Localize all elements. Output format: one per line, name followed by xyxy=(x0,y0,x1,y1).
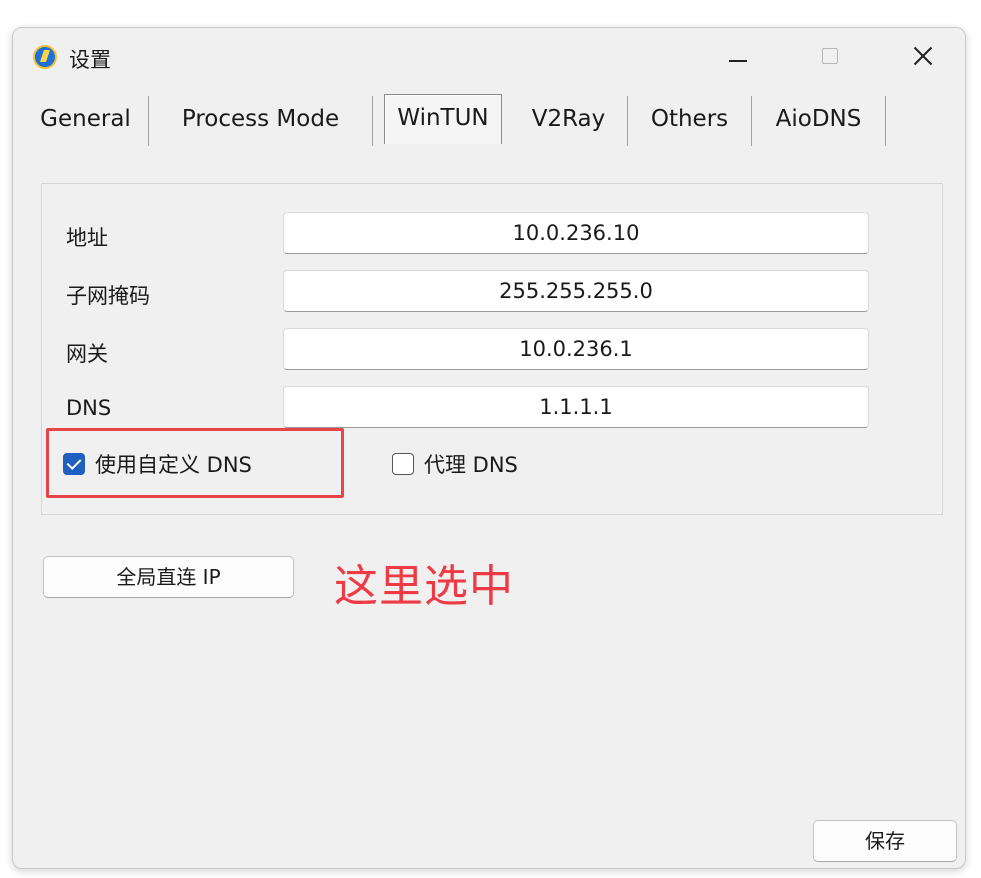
proxy-dns-label: 代理 DNS xyxy=(424,453,518,477)
dns-label: DNS xyxy=(66,396,112,420)
global-direct-ip-button[interactable]: 全局直连 IP xyxy=(43,556,294,598)
subnet-mask-input[interactable]: 255.255.255.0 xyxy=(283,270,869,312)
title-bar[interactable]: 设置 xyxy=(13,28,965,88)
tab-v2ray[interactable]: V2Ray xyxy=(510,96,628,146)
address-input[interactable]: 10.0.236.10 xyxy=(283,212,869,254)
address-label: 地址 xyxy=(66,226,108,250)
tab-general[interactable]: General xyxy=(23,96,149,146)
proxy-dns-checkbox[interactable]: 代理 DNS xyxy=(392,448,518,480)
close-button[interactable] xyxy=(897,34,949,78)
gateway-input[interactable]: 10.0.236.1 xyxy=(283,328,869,370)
tab-wintun[interactable]: WinTUN xyxy=(384,94,502,144)
tab-aiodns[interactable]: AioDNS xyxy=(752,96,886,146)
subnet-mask-label: 子网掩码 xyxy=(66,284,150,308)
gateway-label: 网关 xyxy=(66,342,108,366)
highlight-annotation-box xyxy=(46,428,344,498)
dns-input[interactable]: 1.1.1.1 xyxy=(283,386,869,428)
tab-process-mode[interactable]: Process Mode xyxy=(149,96,373,146)
checkbox-unchecked-icon xyxy=(392,453,414,475)
annotation-text: 这里选中 xyxy=(334,561,514,612)
save-button[interactable]: 保存 xyxy=(813,820,957,862)
tab-others[interactable]: Others xyxy=(628,96,752,146)
minimize-button[interactable] xyxy=(713,34,765,78)
window-title: 设置 xyxy=(69,48,111,72)
maximize-button[interactable] xyxy=(805,34,857,78)
app-logo-icon xyxy=(33,45,57,69)
